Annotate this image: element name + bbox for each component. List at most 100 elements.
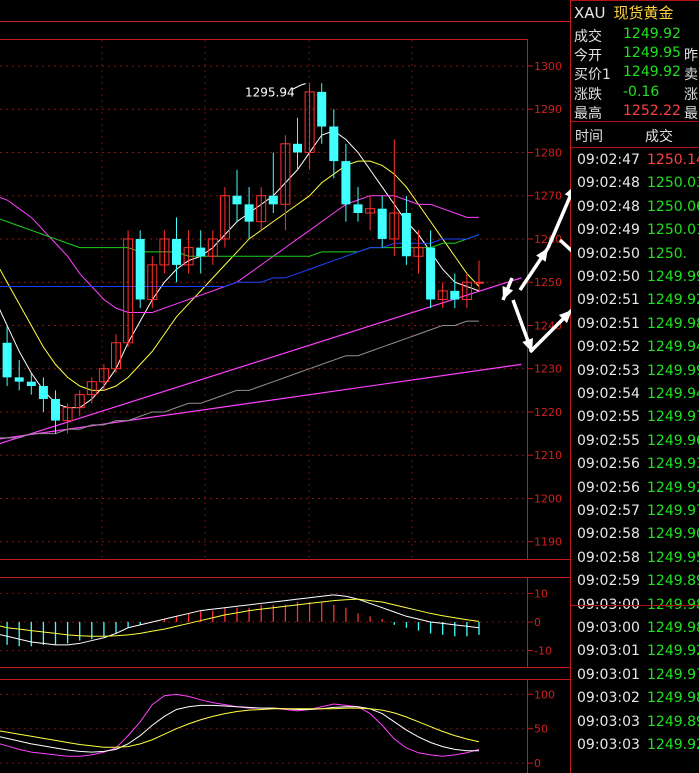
quote-value: 1249.95 bbox=[623, 45, 681, 62]
tick-time: 09:02:50 bbox=[577, 269, 640, 285]
tick-time: 09:02:54 bbox=[577, 386, 640, 402]
candle-body bbox=[401, 213, 411, 257]
moving-average-line bbox=[0, 130, 480, 409]
candle-body bbox=[232, 195, 242, 205]
tick-row[interactable]: 09:02:55 1249.96 bbox=[571, 433, 699, 457]
candle-body bbox=[2, 342, 12, 378]
tick-time: 09:03:02 bbox=[577, 690, 640, 707]
moving-average-line bbox=[0, 160, 480, 391]
tick-time: 09:02:51 bbox=[577, 315, 640, 332]
tick-row[interactable]: 09:02:52 1249.94 bbox=[571, 339, 699, 363]
tick-row[interactable]: 09:03:001249.98 bbox=[571, 597, 699, 621]
macd-tick-label: 0 bbox=[534, 616, 541, 629]
tick-row[interactable]: 09:02:51 1249.98 bbox=[571, 316, 699, 340]
support-trendline-lower bbox=[0, 363, 522, 440]
macd-dif-line bbox=[0, 594, 480, 646]
macd-tick-label: 10 bbox=[534, 587, 548, 600]
candle-body bbox=[38, 386, 48, 399]
tick-row[interactable]: 09:03:03 1249.92 bbox=[571, 737, 699, 761]
tick-row[interactable]: 09:02:57 1249.97 bbox=[571, 503, 699, 527]
tick-row[interactable]: 09:02:58 1249.95 bbox=[571, 550, 699, 574]
tick-time: 09:02:58 bbox=[577, 526, 640, 543]
tick-time: 09:02:57 bbox=[577, 503, 640, 519]
tick-price: 1249.98 bbox=[647, 620, 699, 636]
tick-price: 1249.93 bbox=[647, 456, 699, 473]
tick-header-top-line bbox=[571, 121, 699, 122]
quote-label: 涨跌 bbox=[574, 86, 602, 103]
candle-body bbox=[317, 91, 327, 127]
quote-label-secondary: 卖 bbox=[684, 67, 698, 84]
tick-row[interactable]: 09:03:001249.98 bbox=[571, 620, 699, 644]
tick-price: 1249.99 bbox=[647, 269, 699, 285]
tick-row[interactable]: 09:02:48 1250.06 bbox=[571, 199, 699, 223]
tick-row[interactable]: 09:02:51 1249.92 bbox=[571, 292, 699, 316]
tick-row[interactable]: 09:03:03 1249.89 bbox=[571, 714, 699, 738]
symbol-name: 现货黄金 bbox=[613, 4, 674, 22]
quote-label: 成交 bbox=[574, 29, 602, 45]
quote-row: 最高 1252.22 最 bbox=[571, 103, 699, 122]
tick-header: 时间 成交 bbox=[571, 122, 699, 146]
quote-row: 今开 1249.95 昨 bbox=[571, 45, 699, 64]
tick-row[interactable]: 09:02:49 1250.01 bbox=[571, 222, 699, 246]
candle-body bbox=[196, 247, 206, 257]
tick-row[interactable]: 09:03:01 1249.92 bbox=[571, 643, 699, 667]
y-tick-label: 1220 bbox=[534, 406, 562, 419]
quote-label-secondary: 最 bbox=[684, 105, 698, 122]
tick-time: 09:02:56 bbox=[577, 456, 640, 473]
y-tick-label: 1270 bbox=[534, 190, 562, 203]
tick-row[interactable]: 09:02:47 1250.14 bbox=[571, 152, 699, 176]
tick-price: 1249.97 bbox=[647, 409, 699, 426]
tick-time: 09:02:53 bbox=[577, 362, 640, 379]
tick-time: 09:02:49 bbox=[577, 222, 640, 239]
tick-price: 1250.03 bbox=[647, 175, 699, 192]
quote-label: 买价1 bbox=[574, 67, 611, 84]
tick-price: 1250. bbox=[647, 245, 688, 262]
tick-price: 1249.92 bbox=[647, 292, 699, 309]
candle-body bbox=[474, 281, 484, 284]
tick-time: 09:03:01 bbox=[577, 666, 640, 683]
quote-label: 最高 bbox=[574, 105, 602, 122]
y-tick-label: 1230 bbox=[534, 363, 562, 376]
candle-body bbox=[341, 161, 351, 205]
tick-row[interactable]: 09:02:59 1249.89 bbox=[571, 573, 699, 597]
tick-time: 09:02:48 bbox=[577, 175, 640, 192]
candle-body bbox=[377, 208, 387, 239]
candle-body bbox=[135, 238, 145, 300]
quote-label: 今开 bbox=[574, 48, 602, 65]
tick-price: 1249.98 bbox=[647, 315, 699, 332]
tick-row[interactable]: 09:02:53 1249.99 bbox=[571, 363, 699, 387]
symbol-code: XAU bbox=[574, 4, 606, 22]
tick-row[interactable]: 09:02:50 1250. bbox=[571, 246, 699, 270]
tick-row[interactable]: 09:02:54 1249.94 bbox=[571, 386, 699, 410]
tick-row[interactable]: 09:02:55 1249.97 bbox=[571, 409, 699, 433]
tick-row[interactable]: 09:02:56 1249.92 bbox=[571, 480, 699, 504]
quote-row: 成交 1249.92 bbox=[571, 26, 699, 45]
candle-body bbox=[14, 377, 24, 382]
tick-row[interactable]: 09:02:56 1249.93 bbox=[571, 456, 699, 480]
tick-price: 1249.97 bbox=[647, 503, 699, 519]
tick-row[interactable]: 09:02:48 1250.03 bbox=[571, 175, 699, 199]
quote-row: 涨跌 -0.16 涨 bbox=[571, 84, 699, 103]
tick-time: 09:02:58 bbox=[577, 549, 640, 566]
panel-top-line bbox=[571, 0, 699, 1]
tick-row[interactable]: 09:02:58 1249.90 bbox=[571, 526, 699, 550]
tick-price: 1249.92 bbox=[647, 643, 699, 660]
tick-price: 1249.99 bbox=[647, 362, 699, 379]
arrow-annotation bbox=[558, 238, 571, 253]
tick-time: 09:02:59 bbox=[577, 573, 640, 590]
tick-price: 1249.92 bbox=[647, 737, 699, 753]
kline-chart[interactable]: 1190120012101220123012401250126012701280… bbox=[0, 0, 571, 773]
quote-value: 1252.22 bbox=[623, 102, 681, 119]
tick-time: 09:02:56 bbox=[577, 479, 640, 496]
tick-price: 1250.14 bbox=[647, 152, 699, 168]
quote-value: 1249.92 bbox=[623, 64, 681, 81]
tick-time: 09:02:51 bbox=[577, 292, 640, 309]
tick-row[interactable]: 09:03:01 1249.97 bbox=[571, 667, 699, 691]
tick-time-header: 时间 bbox=[575, 129, 603, 145]
tick-row[interactable]: 09:03:02 1249.98 bbox=[571, 690, 699, 714]
candle-body bbox=[268, 195, 278, 205]
y-tick-label: 1290 bbox=[534, 103, 562, 116]
tick-row[interactable]: 09:02:50 1249.99 bbox=[571, 269, 699, 293]
quote-title: XAU 现货黄金 bbox=[571, 2, 699, 24]
candle-body bbox=[244, 204, 254, 222]
